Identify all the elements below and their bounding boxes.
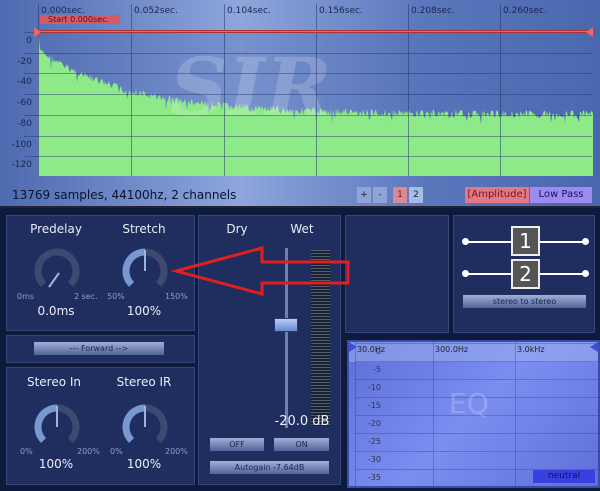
eq-gridline [355,433,600,434]
sir-logo-watermark: SIR [170,40,332,134]
eq-freq-label: 3.0kHz [517,345,545,354]
waveform-panel: SIR 0.000sec. 0.052sec. 0.104sec. 0.156sec.… [0,0,600,208]
eq-db-label: -25 [367,437,381,446]
stretch-value: 100% [126,304,162,318]
stereo-in-max-label: 200% [77,447,100,456]
empty-panel [345,215,449,333]
end-handle-icon[interactable] [586,27,593,37]
node-dot-icon [582,270,589,277]
db-label: -80 [17,118,32,129]
autogain-button[interactable]: Autogain -7.64dB [209,460,330,475]
zoom-out-button[interactable]: - [373,187,387,203]
zoom-in-button[interactable]: + [357,187,371,203]
db-gridline [24,156,592,158]
low-pass-button[interactable]: Low Pass [530,187,592,203]
db-label: -120 [11,160,32,171]
time-label: 0.052sec. [134,6,178,16]
db-label: -60 [17,98,32,109]
annotation-arrow-icon [170,246,350,296]
eq-low-handle-icon[interactable] [349,342,357,352]
stereo-in-value: 100% [38,457,74,471]
eq-header [349,342,598,362]
db-label: 0 [26,36,32,46]
stereo-ir-knob[interactable] [120,402,170,452]
time-label: 0.260sec. [503,6,547,16]
db-label: -20 [17,56,32,67]
eq-high-handle-icon[interactable] [590,342,598,352]
time-label: 0.104sec. [227,6,271,16]
node-dot-icon [582,238,589,245]
eq-db-label: -10 [367,383,381,392]
predelay-knob[interactable] [32,246,82,296]
time-label: 0.156sec. [319,6,363,16]
stretch-label: Stretch [122,222,166,236]
wet-label: Wet [290,222,314,236]
neutral-button[interactable]: neutral [533,470,595,483]
eq-db-label: -5 [373,365,381,374]
eq-db-label: -35 [367,473,381,482]
stretch-knob[interactable] [120,246,170,296]
stereo-ir-min-label: 0% [110,447,123,456]
stereo-in-min-label: 0% [20,447,33,456]
mix-value: -20.0 dB [274,414,330,429]
start-marker-label[interactable]: Start 0.000sec. [40,15,120,24]
channel-2-button[interactable]: 2 [409,187,423,203]
eq-db-label: 0 [375,347,381,356]
predelay-min-label: 0ms [17,292,35,301]
forward-button[interactable]: --- Forward --> [33,341,165,356]
stereo-mode-button[interactable]: stereo to stereo [462,294,587,309]
channel-1-button[interactable]: 1 [393,187,407,203]
eq-gridline [355,361,600,362]
eq-db-label: -20 [367,419,381,428]
channel-2-box[interactable]: 2 [511,259,540,289]
db-label: -40 [17,77,32,88]
amplitude-button[interactable]: [Amplitude] [465,187,529,203]
predelay-label: Predelay [30,222,82,236]
dry-label: Dry [226,222,248,236]
stereo-ir-value: 100% [126,457,162,471]
db-gridline [24,114,592,116]
node-dot-icon [462,238,469,245]
eq-gridline [355,379,600,380]
stereo-in-label: Stereo In [26,375,82,389]
eq-freq-label: 300.0Hz [435,345,469,354]
eq-db-label: -30 [367,455,381,464]
stereo-in-knob[interactable] [32,402,82,452]
stereo-ir-max-label: 200% [165,447,188,456]
eq-db-label: -15 [367,401,381,410]
db-gridline [24,135,592,137]
db-label: -100 [11,139,32,150]
predelay-value: 0.0ms [37,304,75,318]
eq-panel[interactable]: 30.0Hz 300.0Hz 3.0kHz 0 -5 -10 -15 -20 -25 -30 -35… [347,340,600,488]
eq-watermark: EQ [449,387,489,420]
eq-gridline [355,451,600,452]
channel-1-box[interactable]: 1 [511,226,540,256]
eq-gridline [355,343,600,344]
time-label: 0.208sec. [411,6,455,16]
node-dot-icon [462,270,469,277]
on-button[interactable]: ON [273,437,330,452]
sample-info: 13769 samples, 44100hz, 2 channels [12,188,237,202]
off-button[interactable]: OFF [209,437,265,452]
stereo-ir-label: Stereo IR [116,375,172,389]
start-handle-icon[interactable] [34,27,41,37]
db-gridline [24,52,592,54]
selection-range-bar[interactable] [38,30,592,33]
db-gridline [24,73,592,75]
predelay-max-label: 2 sec. [74,292,98,301]
mix-slider-handle[interactable] [274,318,298,332]
db-gridline [24,94,592,96]
stretch-min-label: 50% [107,292,125,301]
